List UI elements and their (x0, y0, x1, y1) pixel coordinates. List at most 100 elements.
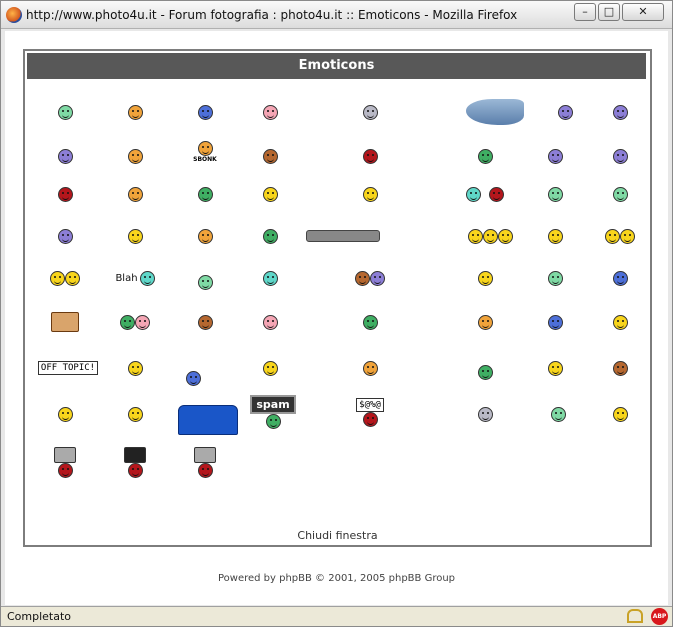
emoticon-bomb[interactable] (590, 257, 650, 299)
emoticon-navy[interactable] (525, 301, 585, 343)
emoticon-ghost[interactable] (35, 215, 95, 257)
emoticon-wall[interactable] (175, 215, 235, 257)
emoticon-graduate[interactable] (590, 393, 650, 435)
cannon-icon (306, 230, 380, 242)
smiley-icon (127, 462, 143, 478)
pig-icon (262, 104, 278, 120)
emoticon-swear[interactable]: $@%@ (340, 391, 400, 433)
smiley-icon (370, 270, 385, 286)
smiley-icon (57, 148, 73, 164)
emoticon-sbonk[interactable]: SBONK (175, 131, 235, 173)
emoticon-brown[interactable] (240, 135, 300, 177)
crying-icon (612, 148, 628, 164)
emoticon-green-face[interactable] (175, 173, 235, 215)
waving-hand-icon (477, 270, 493, 286)
emoticon-camera-1[interactable] (35, 441, 95, 483)
emoticon-wave[interactable] (340, 173, 400, 215)
emoticon-grin[interactable] (240, 215, 300, 257)
smiley-icon (65, 270, 80, 286)
emoticon-pacman[interactable] (455, 173, 515, 215)
emoticon-party[interactable] (105, 347, 165, 389)
smiley-icon (57, 462, 73, 478)
smiley-icon (620, 228, 635, 244)
emoticon-shark[interactable] (455, 91, 535, 133)
emoticon-scared[interactable] (455, 393, 515, 435)
lock-icon[interactable] (627, 609, 643, 623)
adblock-icon[interactable]: ABP (651, 608, 668, 625)
pacman-icon (185, 370, 201, 386)
smiley-icon (362, 148, 378, 164)
emoticon-two-faces[interactable] (35, 257, 95, 299)
emoticon-love[interactable] (240, 301, 300, 343)
smiley-icon (197, 186, 213, 202)
emoticon-kiss[interactable] (105, 301, 165, 343)
smiley-icon (197, 141, 213, 156)
emoticon-shocked[interactable] (105, 215, 165, 257)
emoticon-dark-green[interactable] (455, 351, 515, 393)
shark-icon (466, 99, 524, 125)
emoticon-coffee[interactable] (340, 257, 400, 299)
camera-icon (194, 446, 216, 463)
emoticon-pig[interactable] (240, 91, 300, 133)
emoticon-smile-orange[interactable] (105, 91, 165, 133)
close-window-button[interactable]: ✕ (622, 3, 664, 21)
emoticon-water[interactable] (590, 347, 650, 389)
emoticon-wink[interactable] (525, 215, 585, 257)
emoticon-spam[interactable]: spam (240, 391, 306, 433)
emoticon-pair[interactable] (590, 215, 650, 257)
emoticon-grey[interactable] (340, 91, 400, 133)
emoticon-blue-eyes[interactable] (525, 135, 585, 177)
emoticon-off-topic[interactable]: OFF TOPIC! (35, 347, 101, 389)
emoticon-angel[interactable] (525, 173, 585, 215)
emoticon-mint[interactable] (175, 261, 235, 303)
emoticon-victory[interactable] (525, 393, 591, 435)
smiley-icon (139, 270, 155, 286)
smiley-icon (362, 314, 378, 330)
camera-icon (54, 446, 76, 463)
emoticon-sleep[interactable] (175, 301, 235, 343)
emoticon-blue[interactable] (175, 91, 235, 133)
emoticon-cannon[interactable] (303, 215, 383, 257)
emoticon-hello[interactable] (455, 257, 515, 299)
emoticon-worried[interactable] (590, 301, 650, 343)
close-window-link[interactable]: Chiudi finestra (25, 529, 650, 542)
maximize-button[interactable]: □ (598, 3, 620, 21)
emoticon-grin-green[interactable] (35, 91, 95, 133)
emoticon-bald[interactable] (35, 393, 95, 435)
emoticon-arms[interactable] (525, 257, 585, 299)
emoticon-group[interactable] (455, 215, 525, 257)
emoticon-red[interactable] (340, 135, 400, 177)
emoticon-cool-orange[interactable] (105, 135, 165, 177)
emoticon-smile[interactable] (240, 173, 300, 215)
emoticon-sofa[interactable] (175, 399, 241, 441)
off-topic-sign: OFF TOPIC! (37, 361, 99, 375)
smiley-icon (127, 228, 143, 244)
emoticon-blah[interactable]: Blah (105, 257, 165, 299)
emoticon-alien[interactable] (590, 173, 650, 215)
emoticon-camera-2[interactable] (105, 441, 165, 483)
emoticon-surprised[interactable] (340, 347, 400, 389)
smiley-icon (362, 360, 378, 376)
emoticon-laugh[interactable] (105, 173, 165, 215)
emoticon-pacman-blue[interactable] (163, 357, 223, 399)
emoticon-crying[interactable] (590, 135, 650, 177)
emoticon-devil[interactable] (35, 173, 95, 215)
emoticon-teal[interactable] (240, 257, 300, 299)
smiley-icon (120, 314, 135, 330)
emoticon-green[interactable] (455, 135, 515, 177)
minimize-button[interactable]: – (574, 3, 596, 21)
emoticon-thumbs-down[interactable] (590, 91, 650, 133)
emoticon-sunglasses[interactable] (525, 347, 585, 389)
emoticon-bronze[interactable] (455, 301, 515, 343)
emoticon-reading[interactable] (240, 347, 300, 389)
devil-icon (57, 186, 73, 202)
emoticon-neutral[interactable] (105, 393, 165, 435)
emoticon-sick[interactable] (340, 301, 400, 343)
emoticon-camera-3[interactable] (175, 441, 235, 483)
smiley-icon (612, 360, 628, 376)
emoticon-confused[interactable] (35, 135, 95, 177)
emoticon-thumbs-up[interactable] (535, 91, 595, 133)
smiley-icon (612, 314, 628, 330)
emoticon-cake[interactable] (35, 301, 95, 343)
title-bar: http://www.photo4u.it - Forum fotografia… (1, 1, 672, 29)
